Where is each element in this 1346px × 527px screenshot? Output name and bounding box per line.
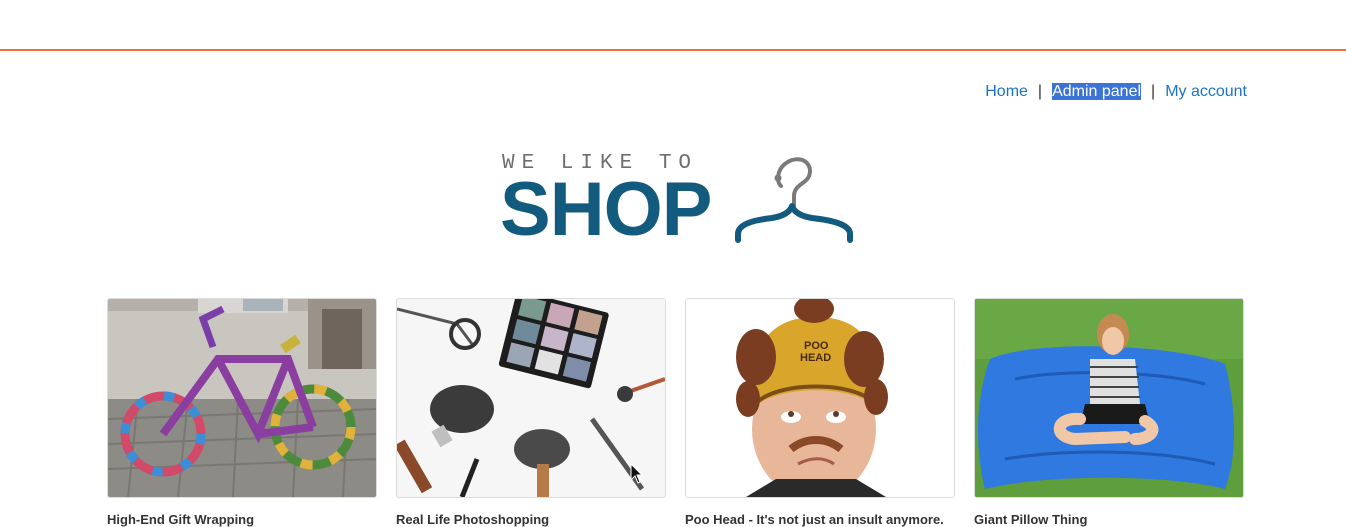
product-card[interactable]: POO HEAD Poo Head - It's not just an ins…: [685, 298, 955, 527]
product-image-giant-pillow[interactable]: [974, 298, 1244, 498]
product-title[interactable]: Giant Pillow Thing: [974, 512, 1087, 527]
product-card[interactable]: Giant Pillow Thing: [974, 298, 1244, 527]
product-card[interactable]: Real Life Photoshopping: [396, 298, 666, 527]
header-bar: [0, 0, 1346, 51]
product-title[interactable]: Poo Head - It's not just an insult anymo…: [685, 512, 944, 527]
mouse-cursor-icon: [630, 463, 644, 484]
product-title[interactable]: High-End Gift Wrapping: [107, 512, 254, 527]
product-card[interactable]: High-End Gift Wrapping: [107, 298, 377, 527]
product-image-yarn-bicycle[interactable]: [107, 298, 377, 498]
nav-link-home[interactable]: Home: [985, 83, 1028, 100]
svg-text:HEAD: HEAD: [800, 352, 831, 364]
site-logo[interactable]: WE LIKE TO SHOP: [500, 150, 860, 250]
top-navigation: Home | Admin panel | My account: [985, 83, 1247, 101]
product-title[interactable]: Real Life Photoshopping: [396, 512, 549, 527]
nav-separator: |: [1037, 83, 1043, 100]
product-image-makeup[interactable]: [396, 298, 666, 498]
svg-text:POO: POO: [804, 340, 829, 352]
nav-link-my-account[interactable]: My account: [1165, 83, 1247, 100]
product-image-poo-head[interactable]: POO HEAD: [685, 298, 955, 498]
logo-wordmark: SHOP: [500, 167, 712, 252]
nav-separator: |: [1151, 83, 1156, 100]
nav-link-admin-panel[interactable]: Admin panel: [1052, 83, 1142, 100]
hanger-icon: [735, 157, 853, 243]
